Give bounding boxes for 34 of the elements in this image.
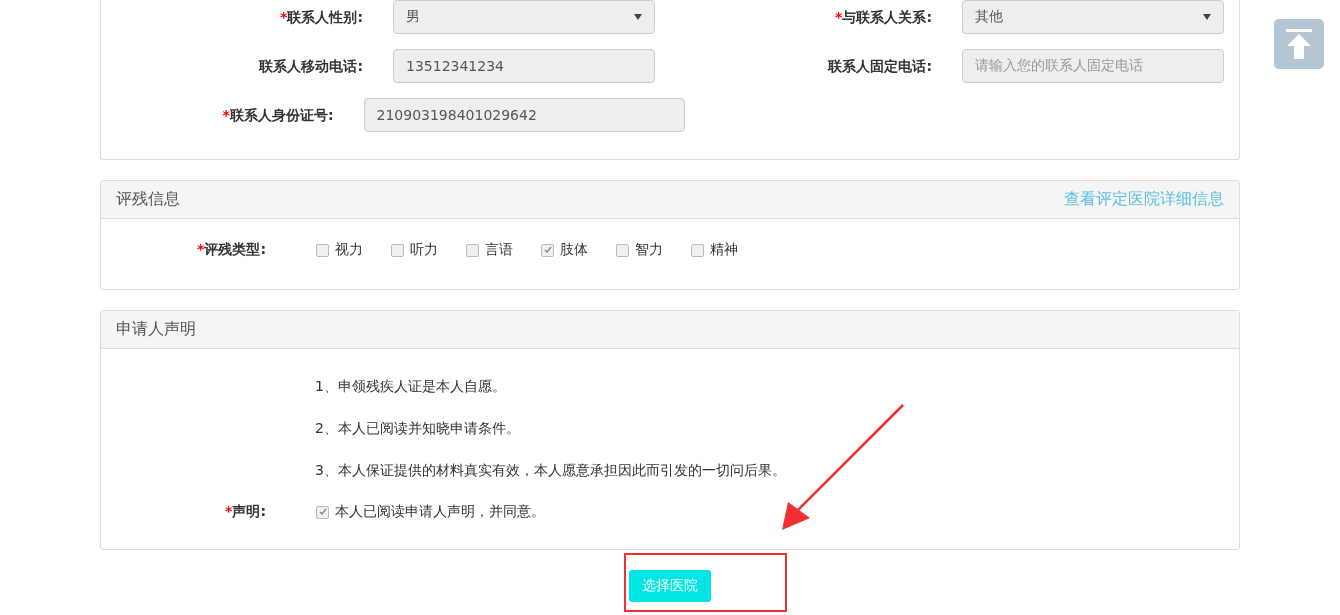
option-label: 听力	[410, 241, 438, 259]
checkbox[interactable]	[316, 505, 329, 519]
caret-icon	[634, 14, 642, 20]
option-label: 言语	[485, 241, 513, 259]
input-field[interactable]: 13512341234	[393, 49, 655, 83]
checkbox[interactable]	[541, 243, 554, 257]
select-field[interactable]: 男	[393, 0, 655, 34]
select-field[interactable]: 其他	[962, 0, 1224, 34]
field-label: *联系人身份证号:	[221, 106, 334, 125]
checkbox[interactable]	[691, 243, 704, 257]
panel-title: 申请人声明	[116, 319, 196, 340]
declaration-text: 3、本人保证提供的材料真实有效，本人愿意承担因此而引发的一切问后果。	[315, 461, 787, 479]
input-field[interactable]: 210903198401029642	[363, 98, 685, 132]
checkbox[interactable]	[466, 243, 479, 257]
checkbox[interactable]	[616, 243, 629, 257]
option-label: 肢体	[560, 241, 588, 259]
caret-icon	[1203, 14, 1211, 20]
checkbox[interactable]	[391, 243, 404, 257]
field-label: *声明:	[224, 503, 266, 521]
option-label: 精神	[710, 241, 738, 259]
checkbox[interactable]	[316, 243, 329, 257]
option-label: 本人已阅读申请人声明，并同意。	[335, 503, 545, 521]
declaration-text: 1、申领残疾人证是本人自愿。	[315, 377, 507, 395]
option-label: 智力	[635, 241, 663, 259]
back-to-top-button[interactable]	[1274, 19, 1324, 69]
field-label: 联系人移动电话:	[257, 57, 363, 76]
up-arrow-icon	[1286, 29, 1312, 59]
panel-title: 评残信息	[116, 189, 180, 210]
field-label: *与联系人关系:	[834, 8, 932, 27]
field-label: 联系人固定电话:	[826, 57, 932, 76]
field-label: *联系人性别:	[279, 8, 363, 27]
field-label: *评残类型:	[196, 241, 266, 259]
declaration-text: 2、本人已阅读并知晓申请条件。	[315, 419, 521, 437]
option-label: 视力	[335, 241, 363, 259]
